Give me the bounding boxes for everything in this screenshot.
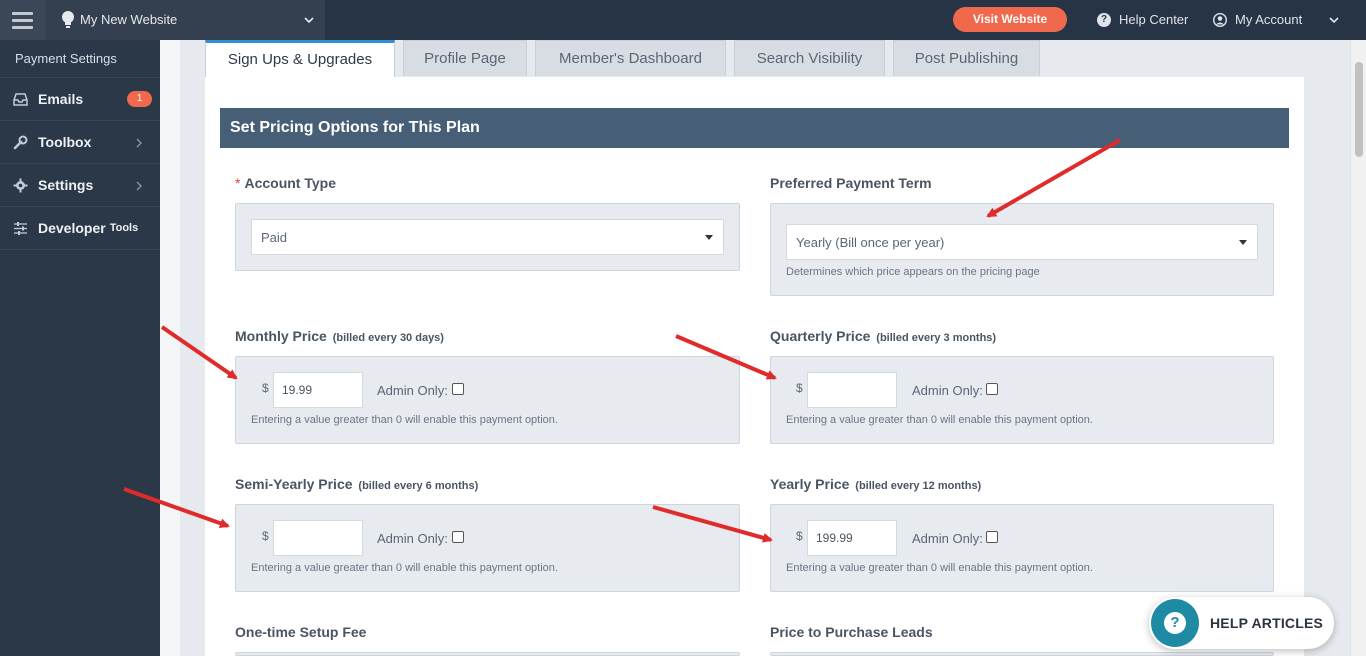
account-type-label: * Account Type <box>235 175 336 191</box>
admin-only-label: Admin Only: <box>377 383 448 398</box>
sidebar: Payment Settings Emails 1 Toolbox Settin… <box>0 40 160 656</box>
sidebar-item-suffix: Tools <box>109 222 139 234</box>
sidebar-item-developer-tools[interactable]: Developer Tools <box>0 207 160 250</box>
help-articles-label: HELP ARTICLES <box>1210 615 1324 631</box>
user-icon <box>1213 12 1227 27</box>
tab-profile-page[interactable]: Profile Page <box>403 40 527 76</box>
tab-post-publishing[interactable]: Post Publishing <box>893 40 1040 76</box>
admin-only-label: Admin Only: <box>377 531 448 546</box>
quarterly-admin-only-checkbox[interactable] <box>986 383 998 395</box>
yearly-admin-only-checkbox[interactable] <box>986 531 998 543</box>
account-type-value: Paid <box>261 229 288 245</box>
content-gutter <box>160 40 180 656</box>
visit-website-button[interactable]: Visit Website <box>953 7 1067 32</box>
chevron-down-icon[interactable] <box>1328 14 1340 26</box>
chevron-right-icon <box>136 181 142 191</box>
lightbulb-icon <box>62 11 74 28</box>
quarterly-price-sublabel: (billed every 3 months) <box>876 332 997 344</box>
inbox-icon <box>13 93 28 106</box>
yearly-price-label: Yearly Price (billed every 12 months) <box>770 476 981 492</box>
semi-yearly-price-sublabel: (billed every 6 months) <box>358 480 479 492</box>
section-header: Set Pricing Options for This Plan <box>220 108 1289 148</box>
payment-term-label: Preferred Payment Term <box>770 175 932 191</box>
leads-price-label: Price to Purchase Leads <box>770 624 933 640</box>
tab-sign-ups-upgrades[interactable]: Sign Ups & Upgrades <box>205 40 395 77</box>
sidebar-title: Payment Settings <box>0 40 160 78</box>
quarterly-price-label: Quarterly Price (billed every 3 months) <box>770 328 996 344</box>
setup-fee-box <box>235 652 740 656</box>
sidebar-item-settings[interactable]: Settings <box>0 164 160 207</box>
sliders-icon <box>14 222 27 235</box>
tab-members-dashboard[interactable]: Member's Dashboard <box>535 40 726 76</box>
payment-term-value: Yearly (Bill once per year) <box>796 234 945 250</box>
menu-icon[interactable] <box>0 0 45 40</box>
currency-symbol: $ <box>262 529 269 543</box>
question-icon: ? <box>1164 612 1186 634</box>
sidebar-item-emails[interactable]: Emails 1 <box>0 78 160 121</box>
semi-yearly-price-label-text: Semi-Yearly Price <box>235 476 353 492</box>
sidebar-item-toolbox[interactable]: Toolbox <box>0 121 160 164</box>
my-account-menu[interactable]: My Account <box>1213 12 1302 27</box>
caret-down-icon <box>705 235 713 240</box>
sidebar-item-label: Emails <box>38 91 84 107</box>
gear-icon <box>13 178 28 193</box>
sidebar-item-label: Settings <box>38 177 94 193</box>
chevron-down-icon <box>304 17 314 24</box>
monthly-price-label: Monthly Price (billed every 30 days) <box>235 328 444 344</box>
site-selector[interactable]: My New Website <box>45 0 325 40</box>
email-count-badge: 1 <box>127 91 152 107</box>
semi-yearly-admin-only-checkbox[interactable] <box>452 531 464 543</box>
help-circle: ? <box>1151 599 1199 647</box>
help-articles-button[interactable]: ? HELP ARTICLES <box>1149 597 1334 649</box>
currency-symbol: $ <box>796 381 803 395</box>
payment-term-select[interactable]: Yearly (Bill once per year) <box>786 224 1258 260</box>
payment-term-hint: Determines which price appears on the pr… <box>786 266 1040 278</box>
site-name: My New Website <box>80 12 178 27</box>
sidebar-item-label: Developer <box>38 220 106 236</box>
setup-fee-label: One-time Setup Fee <box>235 624 367 640</box>
admin-only-label: Admin Only: <box>912 383 983 398</box>
wrench-icon <box>13 135 28 150</box>
yearly-price-input[interactable]: 199.99 <box>807 520 897 556</box>
monthly-admin-only-checkbox[interactable] <box>452 383 464 395</box>
my-account-label: My Account <box>1235 12 1303 27</box>
tab-search-visibility[interactable]: Search Visibility <box>734 40 885 76</box>
top-bar: My New Website Visit Website ? Help Cent… <box>0 0 1366 40</box>
sidebar-item-label: Toolbox <box>38 134 92 150</box>
account-type-label-text: Account Type <box>244 175 336 191</box>
admin-only-label: Admin Only: <box>912 531 983 546</box>
quarterly-price-hint: Entering a value greater than 0 will ena… <box>786 414 1093 426</box>
monthly-price-sublabel: (billed every 30 days) <box>332 332 444 344</box>
quarterly-price-label-text: Quarterly Price <box>770 328 871 344</box>
quarterly-price-input[interactable] <box>807 372 897 408</box>
monthly-price-label-text: Monthly Price <box>235 328 327 344</box>
currency-symbol: $ <box>262 381 269 395</box>
semi-yearly-price-label: Semi-Yearly Price (billed every 6 months… <box>235 476 478 492</box>
yearly-price-label-text: Yearly Price <box>770 476 850 492</box>
account-type-select[interactable]: Paid <box>251 219 724 255</box>
semi-yearly-price-hint: Entering a value greater than 0 will ena… <box>251 562 558 574</box>
question-icon: ? <box>1097 12 1111 27</box>
leads-price-box <box>770 652 1274 656</box>
yearly-price-hint: Entering a value greater than 0 will ena… <box>786 562 1093 574</box>
monthly-price-input[interactable]: 19.99 <box>273 372 363 408</box>
help-center-label: Help Center <box>1119 12 1189 27</box>
help-center-link[interactable]: ? Help Center <box>1097 12 1188 27</box>
caret-down-icon <box>1239 240 1247 245</box>
chevron-right-icon <box>136 138 142 148</box>
semi-yearly-price-input[interactable] <box>273 520 363 556</box>
required-marker: * <box>235 175 241 191</box>
page-scrollbar[interactable] <box>1350 40 1366 656</box>
yearly-price-sublabel: (billed every 12 months) <box>855 480 982 492</box>
currency-symbol: $ <box>796 529 803 543</box>
scroll-thumb[interactable] <box>1355 62 1363 157</box>
monthly-price-hint: Entering a value greater than 0 will ena… <box>251 414 558 426</box>
